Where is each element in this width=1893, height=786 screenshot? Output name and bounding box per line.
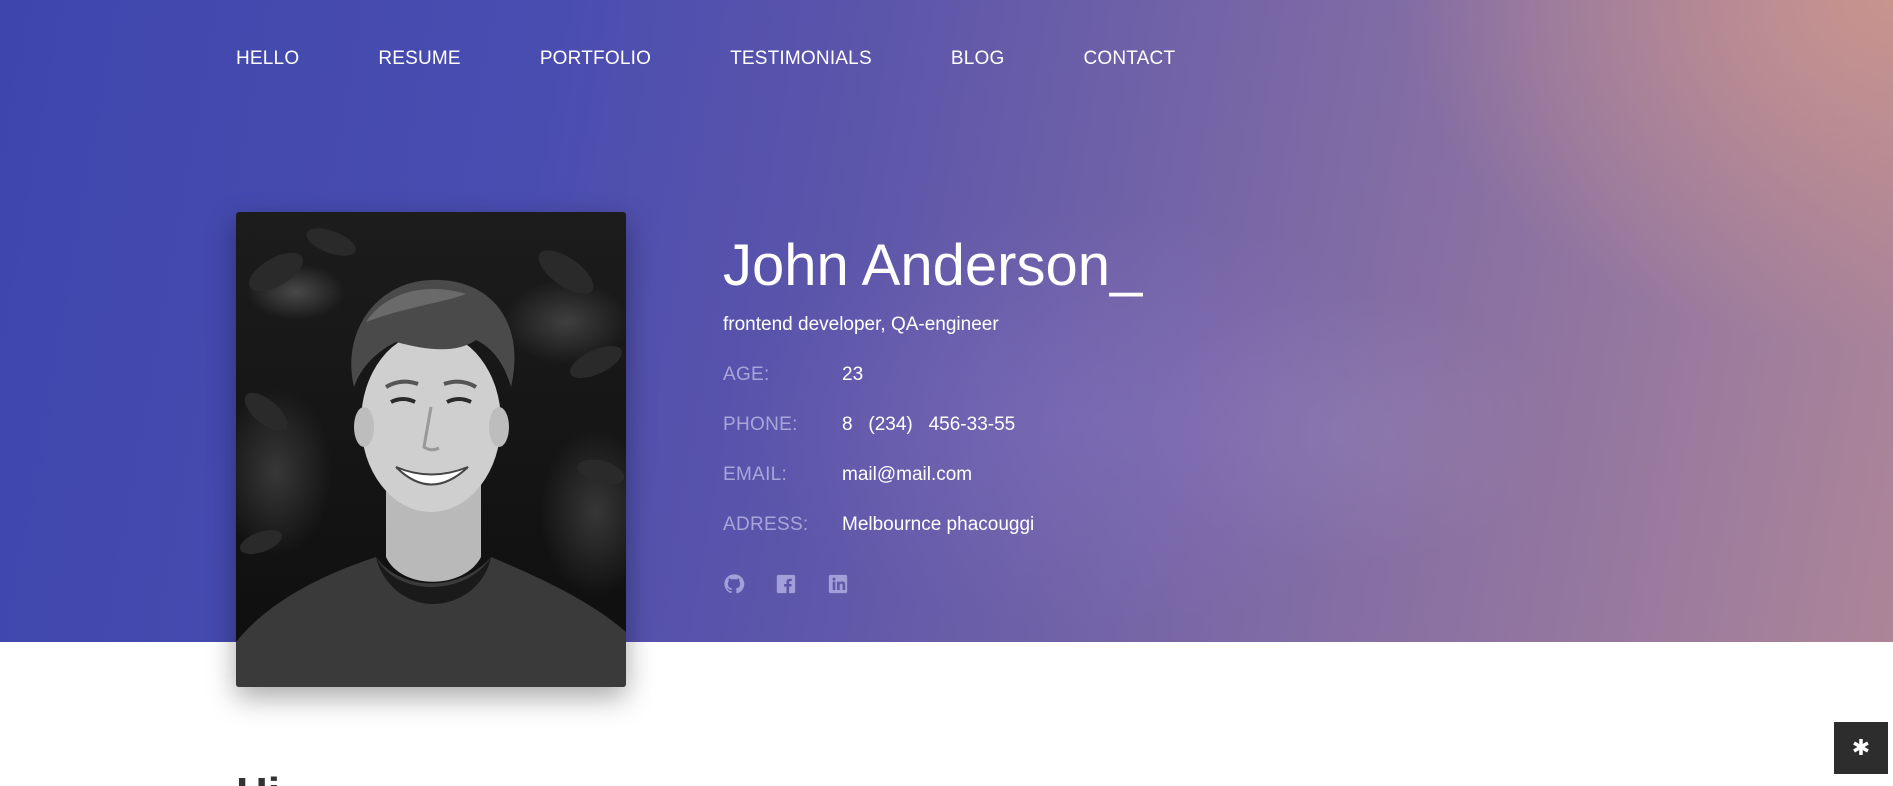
linkedin-icon[interactable] bbox=[827, 573, 849, 595]
info-label: AGE: bbox=[723, 364, 770, 385]
nav-item-blog[interactable]: BLOG bbox=[951, 48, 1005, 70]
info-row-email: EMAIL: mail@mail.com bbox=[723, 464, 1142, 486]
nav-item-hello[interactable]: HELLO bbox=[236, 48, 299, 70]
profile-card: John Anderson_ frontend developer, QA-en… bbox=[723, 232, 1142, 595]
nav-item-resume[interactable]: RESUME bbox=[378, 48, 461, 70]
info-row-age: AGE: 23 bbox=[723, 364, 1142, 386]
main-nav: HELLO RESUME PORTFOLIO TESTIMONIALS BLOG… bbox=[236, 48, 1254, 70]
gear-icon: ✱ bbox=[1851, 735, 1871, 760]
profile-name: John Anderson_ bbox=[723, 233, 1143, 298]
info-value: 23 bbox=[842, 364, 864, 385]
social-links bbox=[723, 573, 1142, 595]
profile-role: frontend developer, QA-engineer bbox=[723, 314, 999, 335]
profile-photo bbox=[236, 212, 626, 687]
info-label: ADRESS: bbox=[723, 514, 809, 535]
nav-item-portfolio[interactable]: PORTFOLIO bbox=[540, 48, 651, 70]
info-row-phone: PHONE: 8 (234) 456-33-55 bbox=[723, 414, 1142, 436]
info-value: mail@mail.com bbox=[842, 464, 973, 485]
portrait-illustration bbox=[236, 228, 626, 687]
facebook-icon[interactable] bbox=[775, 573, 797, 595]
nav-item-testimonials[interactable]: TESTIMONIALS bbox=[730, 48, 872, 70]
info-label: EMAIL: bbox=[723, 464, 788, 485]
info-value: Melbournce phacouggi bbox=[842, 514, 1035, 535]
hero-background-texture bbox=[1050, 180, 1750, 640]
nav-item-contact[interactable]: CONTACT bbox=[1083, 48, 1175, 70]
section-heading: Hi bbox=[236, 764, 280, 786]
info-value: 8 (234) 456-33-55 bbox=[842, 414, 1016, 435]
github-icon[interactable] bbox=[723, 573, 745, 595]
settings-button[interactable]: ✱ bbox=[1834, 722, 1888, 774]
info-row-address: ADRESS: Melbournce phacouggi bbox=[723, 514, 1142, 536]
info-label: PHONE: bbox=[723, 414, 798, 435]
